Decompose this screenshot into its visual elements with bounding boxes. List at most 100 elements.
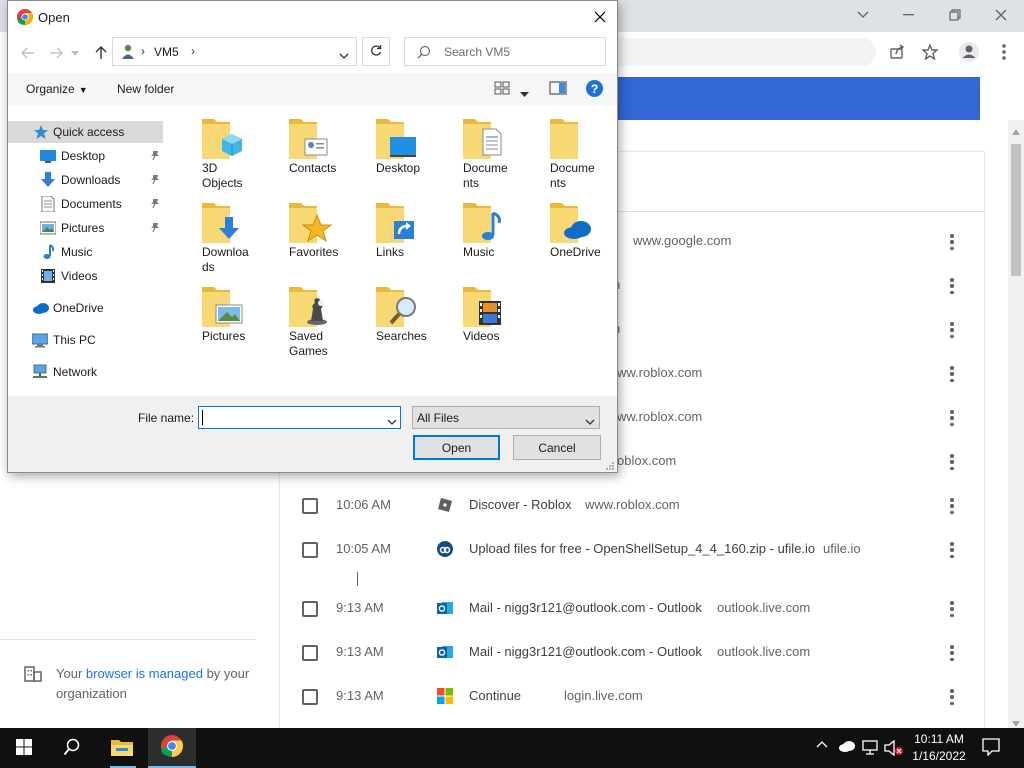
history-row-domain[interactable]: ww.roblox.com	[617, 409, 702, 424]
open-button[interactable]: Open	[413, 435, 500, 460]
file-item-desktop[interactable]: Desktop	[352, 113, 436, 193]
row-more-icon[interactable]	[948, 496, 956, 516]
file-name-input[interactable]	[198, 406, 401, 429]
address-dropdown-icon[interactable]	[339, 48, 349, 62]
row-checkbox[interactable]	[302, 645, 318, 661]
scroll-up-icon[interactable]	[1012, 124, 1020, 138]
history-row-domain[interactable]: login.live.com	[564, 688, 643, 703]
volume-muted-icon[interactable]	[884, 740, 904, 756]
history-row-title[interactable]: Discover - Roblox	[469, 497, 572, 512]
nav-downloads[interactable]: Downloads	[8, 169, 168, 191]
row-more-icon[interactable]	[948, 599, 956, 619]
nav-videos[interactable]: Videos	[8, 265, 168, 287]
forward-arrow-icon[interactable]	[46, 43, 66, 63]
change-view-icon[interactable]	[494, 81, 510, 98]
row-more-icon[interactable]	[948, 540, 956, 560]
history-row-domain[interactable]: outlook.live.com	[717, 600, 810, 615]
organize-button[interactable]: Organize ▼	[26, 82, 88, 96]
row-more-icon[interactable]	[948, 452, 956, 472]
history-row-domain[interactable]: www.roblox.com	[585, 497, 680, 512]
view-dropdown-icon[interactable]	[520, 86, 529, 100]
nav-documents[interactable]: Documents	[8, 193, 168, 215]
pin-icon[interactable]	[150, 149, 160, 163]
history-row[interactable]: 9:13 AM Mail - nigg3r121@outlook.com - O…	[280, 631, 984, 675]
file-item-links[interactable]: Links	[352, 197, 436, 277]
row-more-icon[interactable]	[948, 643, 956, 663]
history-row-domain[interactable]: ufile.io	[823, 541, 861, 556]
file-item-pictures[interactable]: Pictures	[178, 281, 262, 361]
history-dropdown-icon[interactable]	[68, 43, 82, 63]
file-item-contacts[interactable]: Contacts	[265, 113, 349, 193]
network-tray-icon[interactable]	[862, 740, 880, 756]
onedrive-tray-icon[interactable]	[838, 740, 856, 752]
history-row-domain[interactable]: www.google.com	[633, 233, 731, 248]
breadcrumb-chevron-icon[interactable]: ›	[141, 44, 145, 58]
omnibox[interactable]	[600, 38, 876, 66]
help-icon[interactable]: ?	[586, 80, 603, 97]
restore-button[interactable]	[932, 0, 978, 30]
row-more-icon[interactable]	[948, 687, 956, 707]
row-checkbox[interactable]	[302, 498, 318, 514]
pin-icon[interactable]	[150, 221, 160, 235]
tray-overflow-icon[interactable]	[816, 740, 828, 748]
file-item-documents[interactable]: Docume nts	[439, 113, 523, 193]
row-checkbox[interactable]	[302, 601, 318, 617]
nav-quick-access[interactable]: Quick access	[8, 121, 163, 143]
pin-icon[interactable]	[150, 197, 160, 211]
breadcrumb-vm5[interactable]: VM5	[154, 45, 179, 59]
preview-pane-icon[interactable]	[549, 81, 567, 98]
taskbar-clock[interactable]: 10:11 AM 1/16/2022	[902, 731, 976, 765]
nav-desktop[interactable]: Desktop	[8, 145, 168, 167]
taskbar-file-explorer[interactable]	[98, 728, 146, 768]
nav-onedrive[interactable]: OneDrive	[8, 297, 168, 319]
file-item-favorites[interactable]: Favorites	[265, 197, 349, 277]
minimize-button[interactable]	[886, 0, 932, 30]
row-more-icon[interactable]	[948, 408, 956, 428]
history-row-title[interactable]: Continue	[469, 688, 521, 703]
pin-icon[interactable]	[150, 173, 160, 187]
resize-grip-icon[interactable]	[605, 460, 615, 474]
refresh-button[interactable]	[362, 37, 390, 66]
row-more-icon[interactable]	[948, 276, 956, 296]
history-row-title[interactable]: Upload files for free - OpenShellSetup_4…	[469, 541, 815, 556]
file-item-onedrive[interactable]: OneDrive	[526, 197, 610, 277]
file-item-downloads[interactable]: Downloa ds	[178, 197, 262, 277]
row-checkbox[interactable]	[302, 542, 318, 558]
nav-this-pc[interactable]: This PC	[8, 329, 168, 351]
scrollbar-thumb[interactable]	[1011, 144, 1021, 276]
back-arrow-icon[interactable]	[18, 43, 38, 63]
address-bar[interactable]: › VM5 ›	[112, 37, 357, 66]
managed-link[interactable]: browser is managed	[86, 666, 203, 681]
file-item-searches[interactable]: Searches	[352, 281, 436, 361]
dialog-close-button[interactable]	[582, 3, 618, 31]
share-icon[interactable]	[886, 41, 908, 63]
file-item-documents-2[interactable]: Docume nts	[526, 113, 610, 193]
dialog-titlebar[interactable]: Open	[8, 1, 617, 33]
file-type-select[interactable]: All Files	[412, 406, 600, 429]
breadcrumb-chevron-icon[interactable]: ›	[191, 44, 195, 58]
history-row-title[interactable]: Mail - nigg3r121@outlook.com - Outlook	[469, 644, 702, 659]
new-folder-button[interactable]: New folder	[117, 82, 174, 96]
row-more-icon[interactable]	[948, 320, 956, 340]
up-arrow-icon[interactable]	[91, 43, 111, 63]
history-row[interactable]: 9:13 AM Continue login.live.com	[280, 675, 984, 719]
row-more-icon[interactable]	[948, 364, 956, 384]
history-row[interactable]: 10:05 AM Upload files for free - OpenShe…	[280, 528, 984, 572]
history-row[interactable]: 10:06 AM Discover - Roblox www.roblox.co…	[280, 484, 984, 528]
taskbar-chrome[interactable]	[148, 728, 196, 768]
file-item-saved-games[interactable]: Saved Games	[265, 281, 349, 361]
chrome-close-button[interactable]	[978, 0, 1024, 30]
file-name-dropdown-icon[interactable]	[387, 414, 397, 428]
bookmark-star-icon[interactable]	[919, 41, 941, 63]
cancel-button[interactable]: Cancel	[513, 435, 601, 460]
history-row[interactable]: 9:13 AM Mail - nigg3r121@outlook.com - O…	[280, 587, 984, 631]
nav-music[interactable]: Music	[8, 241, 168, 263]
history-row-domain[interactable]: outlook.live.com	[717, 644, 810, 659]
history-row-domain[interactable]: ww.roblox.com	[617, 365, 702, 380]
file-item-3d-objects[interactable]: 3D Objects	[178, 113, 262, 193]
history-row-title[interactable]: Mail - nigg3r121@outlook.com - Outlook	[469, 600, 702, 615]
file-item-music[interactable]: Music	[439, 197, 523, 277]
file-item-videos[interactable]: Videos	[439, 281, 523, 361]
nav-network[interactable]: Network	[8, 361, 168, 383]
profile-avatar-icon[interactable]	[958, 41, 980, 63]
